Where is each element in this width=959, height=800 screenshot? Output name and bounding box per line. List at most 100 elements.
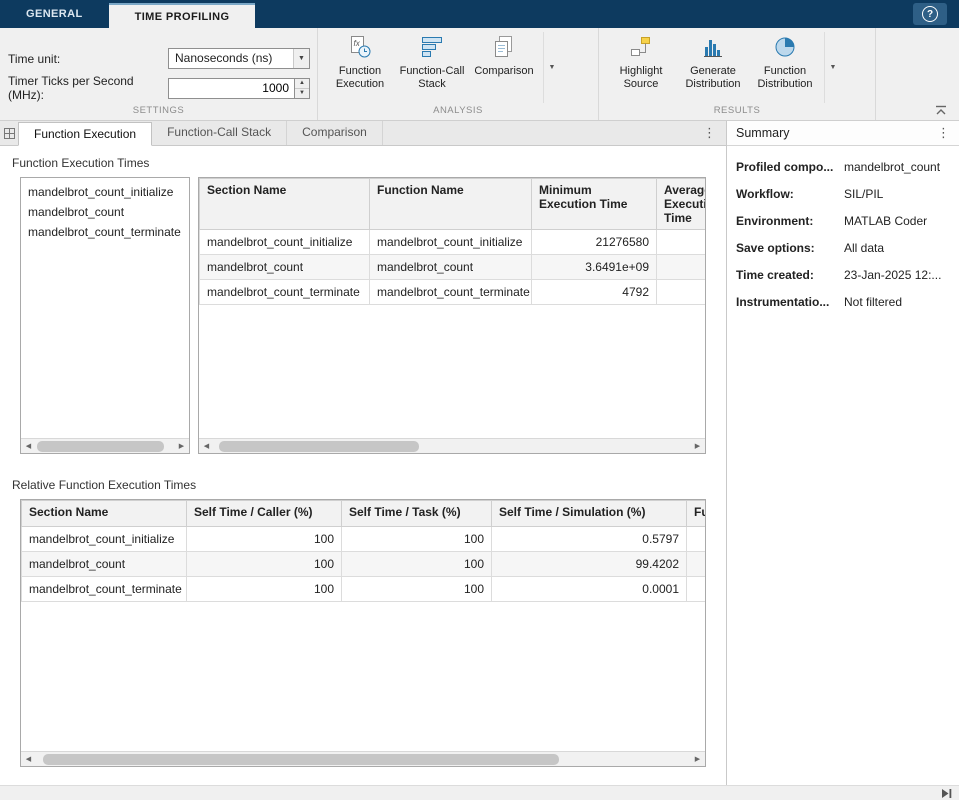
cell-function: mandelbrot_count (370, 255, 532, 280)
spin-up-icon[interactable]: ▲ (295, 79, 309, 89)
cell-function: mandelbrot_count_initialize (370, 230, 532, 255)
jump-to-end-icon[interactable] (940, 788, 953, 799)
generate-distribution-button[interactable]: Generate Distribution (677, 32, 749, 103)
list-item[interactable]: mandelbrot_count_terminate (28, 222, 189, 242)
table-row[interactable]: mandelbrot_count_initialize 100 100 0.57… (22, 527, 707, 552)
function-call-stack-button[interactable]: Function-Call Stack (396, 32, 468, 103)
time-unit-dropdown[interactable]: Nanoseconds (ns) ▼ (168, 48, 310, 69)
scroll-thumb[interactable] (43, 754, 560, 765)
scroll-left-icon[interactable]: ◀ (21, 439, 36, 453)
comparison-icon (492, 35, 516, 65)
col-self-time-simulation[interactable]: Self Time / Simulation (%) (492, 501, 687, 527)
scroll-track[interactable] (36, 439, 174, 453)
scroll-thumb[interactable] (219, 441, 419, 452)
list-item[interactable]: mandelbrot_count_initialize (28, 182, 189, 202)
document-tabbar: Function Execution Function-Call Stack C… (0, 121, 726, 146)
cell-section: mandelbrot_count_terminate (200, 280, 370, 305)
question-mark-icon: ? (922, 6, 938, 22)
cell-section: mandelbrot_count (200, 255, 370, 280)
table-row[interactable]: mandelbrot_count mandelbrot_count 3.6491… (200, 255, 707, 280)
spin-down-icon[interactable]: ▼ (295, 89, 309, 98)
timer-ticks-input[interactable] (168, 78, 295, 99)
table-row[interactable]: mandelbrot_count_initialize mandelbrot_c… (200, 230, 707, 255)
scroll-left-icon[interactable]: ◀ (199, 439, 214, 453)
field-label: Time created: (736, 268, 844, 282)
function-execution-icon: fx (348, 35, 372, 65)
exec-table-hscrollbar: ◀ ▶ (199, 438, 705, 453)
summary-title: Summary (736, 126, 789, 140)
list-item[interactable]: mandelbrot_count (28, 202, 189, 222)
col-function-name[interactable]: Function Name (370, 179, 532, 230)
summary-header: Summary ⋮ (727, 121, 959, 146)
summary-fields: Profiled compo... mandelbrot_count Workf… (727, 146, 959, 323)
scroll-thumb[interactable] (37, 441, 164, 452)
scroll-left-icon[interactable]: ◀ (21, 752, 36, 766)
ribbon-group-settings: Time unit: Nanoseconds (ns) ▼ Timer Tick… (0, 28, 318, 120)
cell-caller: 100 (187, 527, 342, 552)
tab-function-call-stack[interactable]: Function-Call Stack (152, 121, 287, 145)
table-row[interactable]: mandelbrot_count 100 100 99.4202 (22, 552, 707, 577)
function-distribution-button[interactable]: Function Distribution (749, 32, 821, 103)
table-row[interactable]: mandelbrot_count_terminate mandelbrot_co… (200, 280, 707, 305)
exec-times-table: Section Name Function Name Minimum Execu… (199, 178, 706, 305)
col-section-name[interactable]: Section Name (22, 501, 187, 527)
tab-function-execution[interactable]: Function Execution (18, 122, 152, 146)
time-unit-label: Time unit: (8, 52, 168, 66)
col-min-exec-time[interactable]: Minimum Execution Time (532, 179, 657, 230)
cell-simulation: 0.5797 (492, 527, 687, 552)
cell-task: 100 (342, 552, 492, 577)
cell-section: mandelbrot_count_initialize (22, 527, 187, 552)
cell-function (687, 552, 707, 577)
exec-times-table-card: Section Name Function Name Minimum Execu… (198, 177, 706, 454)
ribbon: Time unit: Nanoseconds (ns) ▼ Timer Tick… (0, 28, 959, 121)
cell-task: 100 (342, 527, 492, 552)
scroll-right-icon[interactable]: ▶ (690, 752, 705, 766)
ribbon-tab-general[interactable]: GENERAL (0, 0, 109, 28)
cell-section: mandelbrot_count_terminate (22, 577, 187, 602)
col-section-name[interactable]: Section Name (200, 179, 370, 230)
button-label: Generate Distribution (677, 65, 749, 91)
workspace: Function Execution Function-Call Stack C… (0, 121, 959, 785)
ribbon-spacer (876, 28, 959, 120)
summary-menu-icon[interactable]: ⋮ (937, 125, 950, 141)
analysis-more-dropdown[interactable]: ▼ (543, 32, 560, 103)
ribbon-tab-time-profiling[interactable]: TIME PROFILING (109, 3, 256, 28)
cell-min: 3.6491e+09 (532, 255, 657, 280)
tab-comparison[interactable]: Comparison (287, 121, 383, 145)
results-more-dropdown[interactable]: ▼ (824, 32, 841, 103)
comparison-button[interactable]: Comparison (468, 32, 540, 103)
cell-avg (657, 255, 707, 280)
function-call-stack-icon (420, 35, 444, 65)
cell-task: 100 (342, 577, 492, 602)
col-function[interactable]: Function (687, 501, 707, 527)
time-unit-value: Nanoseconds (ns) (169, 49, 293, 68)
field-value: Not filtered (844, 295, 950, 309)
collapse-ribbon-icon[interactable] (933, 104, 949, 117)
scroll-right-icon[interactable]: ▶ (690, 439, 705, 453)
cell-min: 21276580 (532, 230, 657, 255)
panel-grid-icon[interactable] (0, 121, 18, 145)
col-self-time-caller[interactable]: Self Time / Caller (%) (187, 501, 342, 527)
main-panel: Function Execution Function-Call Stack C… (0, 121, 727, 785)
cell-simulation: 99.4202 (492, 552, 687, 577)
function-listbox: mandelbrot_count_initialize mandelbrot_c… (20, 177, 190, 454)
scroll-track[interactable] (214, 439, 690, 453)
tab-overflow-menu-icon[interactable]: ⋮ (693, 121, 726, 145)
ribbon-tabbar: GENERAL TIME PROFILING ? (0, 0, 959, 28)
cell-caller: 100 (187, 577, 342, 602)
scroll-track[interactable] (36, 752, 690, 766)
highlight-source-button[interactable]: Highlight Source (605, 32, 677, 103)
scroll-right-icon[interactable]: ▶ (174, 439, 189, 453)
button-label: Function Distribution (749, 65, 821, 91)
table-row[interactable]: mandelbrot_count_terminate 100 100 0.000… (22, 577, 707, 602)
ribbon-group-results: Highlight Source Generate (599, 28, 876, 120)
cell-avg (657, 280, 707, 305)
field-value: MATLAB Coder (844, 214, 950, 228)
col-self-time-task[interactable]: Self Time / Task (%) (342, 501, 492, 527)
help-button[interactable]: ? (913, 3, 947, 25)
table-header-row: Section Name Function Name Minimum Execu… (200, 179, 707, 230)
function-execution-button[interactable]: fx Function Execution (324, 32, 396, 103)
col-avg-exec-time[interactable]: Average Execution Time (657, 179, 707, 230)
chevron-down-icon[interactable]: ▼ (293, 49, 309, 68)
field-label: Save options: (736, 241, 844, 255)
